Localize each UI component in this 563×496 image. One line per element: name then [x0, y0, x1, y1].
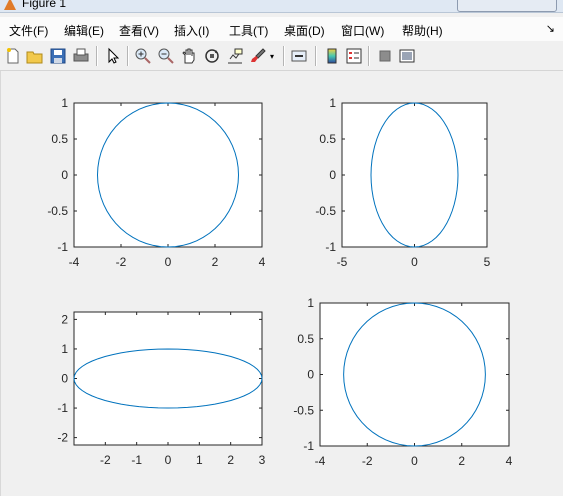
- subplot-4-ytick-label: -0.5: [293, 403, 314, 417]
- menu-view[interactable]: 查看(V): [119, 22, 159, 39]
- subplot-3-xtick-label: 0: [165, 453, 172, 467]
- show-plot-tools-icon[interactable]: [398, 47, 416, 65]
- toolbar-separator: [283, 46, 285, 66]
- menu-window[interactable]: 窗口(W): [341, 22, 384, 39]
- subplot-4-xtick-label: -4: [315, 454, 326, 468]
- subplot-2-xtick-label: 0: [411, 255, 418, 269]
- subplot-3-xtick-label: 1: [196, 453, 203, 467]
- link-plot-icon[interactable]: [290, 47, 308, 65]
- menu-tools[interactable]: 工具(T): [229, 22, 268, 39]
- subplot-1-ytick-label: 1: [61, 96, 68, 110]
- window-title: Figure 1: [22, 0, 67, 10]
- menu-desktop[interactable]: 桌面(D): [284, 22, 325, 39]
- toolbar-separator: [127, 46, 129, 66]
- menu-help[interactable]: 帮助(H): [402, 22, 443, 39]
- subplot-3-ytick-label: -2: [57, 431, 68, 445]
- pointer-icon[interactable]: [104, 47, 122, 65]
- brush-icon[interactable]: [249, 47, 267, 65]
- figure-toolbar: ▾: [0, 42, 563, 71]
- print-icon[interactable]: [72, 47, 90, 65]
- zoom-out-icon[interactable]: [157, 47, 175, 65]
- menu-bar: 文件(F) 编辑(E) 查看(V) 插入(I) 工具(T) 桌面(D) 窗口(W…: [0, 17, 563, 41]
- subplot-3-axes: [73, 311, 263, 446]
- subplot-1-xtick-label: 4: [259, 255, 266, 269]
- subplot-2-ytick-label: 0: [329, 168, 336, 182]
- pan-icon[interactable]: [180, 47, 198, 65]
- brush-dropdown-icon[interactable]: ▾: [270, 52, 274, 61]
- figure-canvas: -4 -2 0 2 4 -1 -0.5 0 0.5 1 -5 0 5 -1 -0.5 0 0.5 1 -2 -1 0 1 2…: [0, 71, 563, 496]
- menu-edit[interactable]: 编辑(E): [64, 22, 104, 39]
- subplot-1-axes: [73, 102, 263, 248]
- subplot-4-xtick-label: 4: [506, 454, 513, 468]
- subplot-4-xtick-label: 0: [411, 454, 418, 468]
- rotate-3d-icon[interactable]: [203, 47, 221, 65]
- data-cursor-icon[interactable]: [226, 47, 244, 65]
- subplot-grid: -4 -2 0 2 4 -1 -0.5 0 0.5 1 -5 0 5 -1 -0.5 0 0.5 1 -2 -1 0 1 2…: [47, 96, 513, 468]
- subplot-2-ytick-label: -0.5: [315, 204, 336, 218]
- window-controls[interactable]: [457, 0, 557, 12]
- subplot-1-xtick-label: 2: [212, 255, 219, 269]
- subplot-3-ytick-label: -1: [57, 401, 68, 415]
- toolbar-separator: [368, 46, 370, 66]
- subplot-1-ytick-label: -1: [57, 240, 68, 254]
- subplot-3-xtick-label: -1: [131, 453, 142, 467]
- legend-icon[interactable]: [345, 47, 363, 65]
- subplot-3-xtick-label: -2: [100, 453, 111, 467]
- menu-overflow-icon[interactable]: ↘: [546, 22, 555, 35]
- subplot-2-ytick-label: 0.5: [319, 132, 336, 146]
- subplot-1-xtick-label: 0: [165, 255, 172, 269]
- subplot-1-ytick-label: -0.5: [47, 204, 68, 218]
- menu-file[interactable]: 文件(F): [9, 22, 48, 39]
- save-icon[interactable]: [49, 47, 67, 65]
- subplot-3-xtick-label: 3: [259, 453, 266, 467]
- window-titlebar: Figure 1: [0, 0, 563, 13]
- subplot-1-ytick-label: 0.5: [51, 132, 68, 146]
- subplot-4-xtick-label: 2: [458, 454, 465, 468]
- subplot-4-ytick-label: 1: [307, 296, 314, 310]
- subplot-2-xtick-label: 5: [484, 255, 491, 269]
- matlab-icon: [4, 0, 16, 10]
- colorbar-icon[interactable]: [323, 47, 341, 65]
- subplot-1-ytick-label: 0: [61, 168, 68, 182]
- subplot-3-ytick-label: 1: [61, 342, 68, 356]
- subplot-4-axes: [319, 302, 510, 447]
- subplot-3-ytick-label: 2: [61, 312, 68, 326]
- toolbar-separator: [96, 46, 98, 66]
- zoom-in-icon[interactable]: [134, 47, 152, 65]
- hide-plot-tools-icon[interactable]: [376, 47, 394, 65]
- subplot-2-ytick-label: -1: [325, 240, 336, 254]
- open-file-icon[interactable]: [26, 47, 44, 65]
- subplot-3-xtick-label: 2: [227, 453, 234, 467]
- toolbar-separator: [315, 46, 317, 66]
- subplot-2-axes: [341, 102, 488, 248]
- new-figure-icon[interactable]: [4, 47, 22, 65]
- subplot-1-xtick-label: -2: [116, 255, 127, 269]
- menu-insert[interactable]: 插入(I): [174, 22, 209, 39]
- subplot-4-ytick-label: 0.5: [297, 332, 314, 346]
- subplot-4-ytick-label: -1: [303, 439, 314, 453]
- subplot-4-ytick-label: 0: [307, 368, 314, 382]
- subplot-3-ytick-label: 0: [61, 372, 68, 386]
- subplot-4-xtick-label: -2: [362, 454, 373, 468]
- subplot-2-xtick-label: -5: [337, 255, 348, 269]
- subplot-2-ytick-label: 1: [329, 96, 336, 110]
- subplot-1-xtick-label: -4: [69, 255, 80, 269]
